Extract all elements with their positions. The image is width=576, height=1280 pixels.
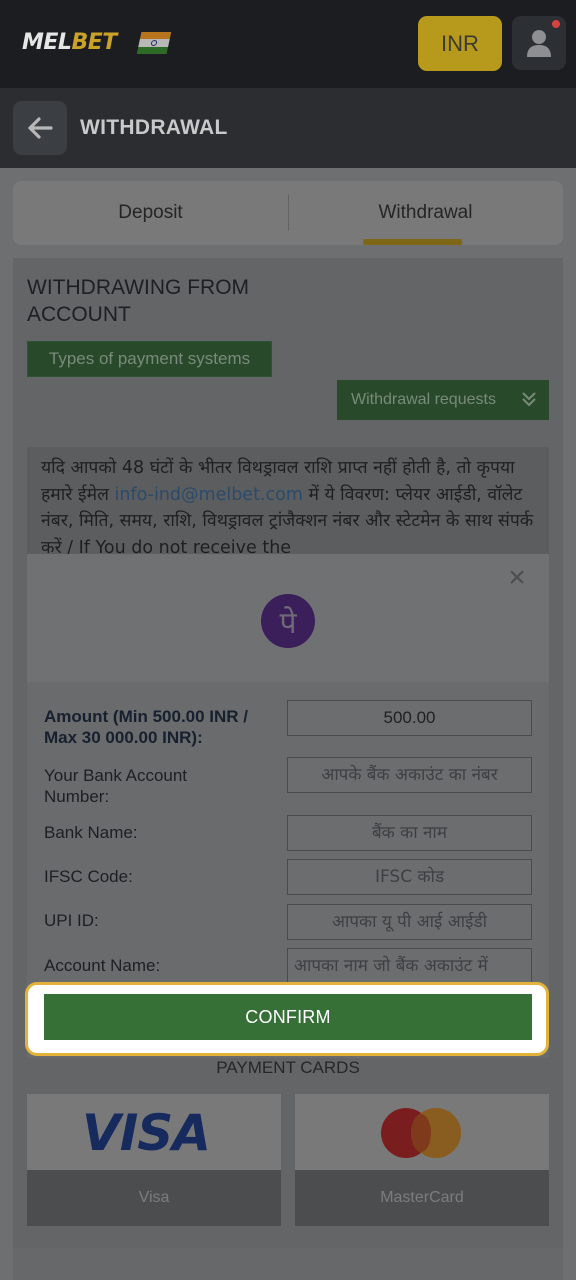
upi-placeholder: आपका यू पी आई आईडी [332,912,487,932]
upi-label: UPI ID: [44,911,99,930]
amount-label: Amount (Min 500.00 INR / Max 30 000.00 I… [44,707,249,747]
withdrawal-requests-label: Withdrawal requests [351,391,496,408]
ifsc-input[interactable]: IFSC कोड [287,859,532,895]
bank-name-label: Bank Name: [44,823,138,842]
top-bar: MELBET INR [0,0,576,88]
currency-button[interactable]: INR [418,16,502,71]
visa-logo: VISA [82,1104,211,1162]
bank-account-input[interactable]: आपके बैंक अकाउंट का नंबर [287,757,532,793]
user-account-button[interactable] [512,16,566,70]
section-title: WITHDRAWING FROM ACCOUNT [27,276,250,326]
ifsc-placeholder: IFSC कोड [374,867,445,887]
logo-text-bet: BET [71,30,117,55]
bottom-panel-strip [13,1248,563,1280]
visa-card-name: Visa [27,1170,281,1226]
bank-account-label: Your Bank Account Number: [44,766,188,806]
upi-input[interactable]: आपका यू पी आई आईडी [287,904,532,940]
close-icon[interactable]: × [505,563,529,593]
payment-types-chip[interactable]: Types of payment systems [27,341,272,377]
active-tab-indicator [363,239,462,245]
bank-name-input[interactable]: बैंक का नाम [287,815,532,851]
confirm-button[interactable]: CONFIRM [44,994,532,1040]
bank-name-placeholder: बैंक का नाम [371,823,448,843]
support-email-link[interactable]: info-ind@melbet.com [115,485,303,505]
melbet-logo[interactable]: MELBET [22,30,117,55]
logo-text-mel: MEL [22,30,72,55]
back-button[interactable] [13,101,67,155]
user-icon [527,30,551,57]
withdrawal-notice: यदि आपको 48 घंटों के भीतर विथड्रावल राशि… [27,447,549,557]
tab-deposit[interactable]: Deposit [13,181,288,245]
mastercard-card[interactable]: MasterCard [295,1094,549,1226]
double-chevron-down-icon [522,392,536,407]
visa-card[interactable]: VISA Visa [27,1094,281,1226]
ifsc-label: IFSC Code: [44,867,133,886]
india-flag-icon[interactable] [136,32,172,54]
amount-input[interactable]: 500.00 [287,700,532,736]
payment-cards-title: PAYMENT CARDS [216,1058,360,1077]
account-name-label: Account Name: [44,956,161,975]
phonepe-icon: पे [261,594,315,648]
tab-withdrawal[interactable]: Withdrawal [288,181,563,245]
bank-account-placeholder: आपके बैंक अकाउंट का नंबर [321,765,498,785]
tab-bar: Deposit Withdrawal [13,181,563,245]
arrow-left-icon [28,117,53,139]
withdrawal-requests-button[interactable]: Withdrawal requests [337,380,549,420]
amount-value: 500.00 [383,708,436,727]
mastercard-card-name: MasterCard [295,1170,549,1226]
account-name-placeholder: आपका नाम जो बैंक अकाउंट में [294,956,488,976]
page-header: WITHDRAWAL [0,88,576,168]
account-name-input[interactable]: आपका नाम जो बैंक अकाउंट में [287,948,532,984]
page-title: WITHDRAWAL [80,116,228,139]
notice-text: यदि आपको 48 घंटों के भीतर विथड्रावल राशि… [41,455,541,557]
notification-dot [552,20,560,28]
modal-header: × पे [27,554,549,682]
mastercard-logo [381,1108,463,1158]
